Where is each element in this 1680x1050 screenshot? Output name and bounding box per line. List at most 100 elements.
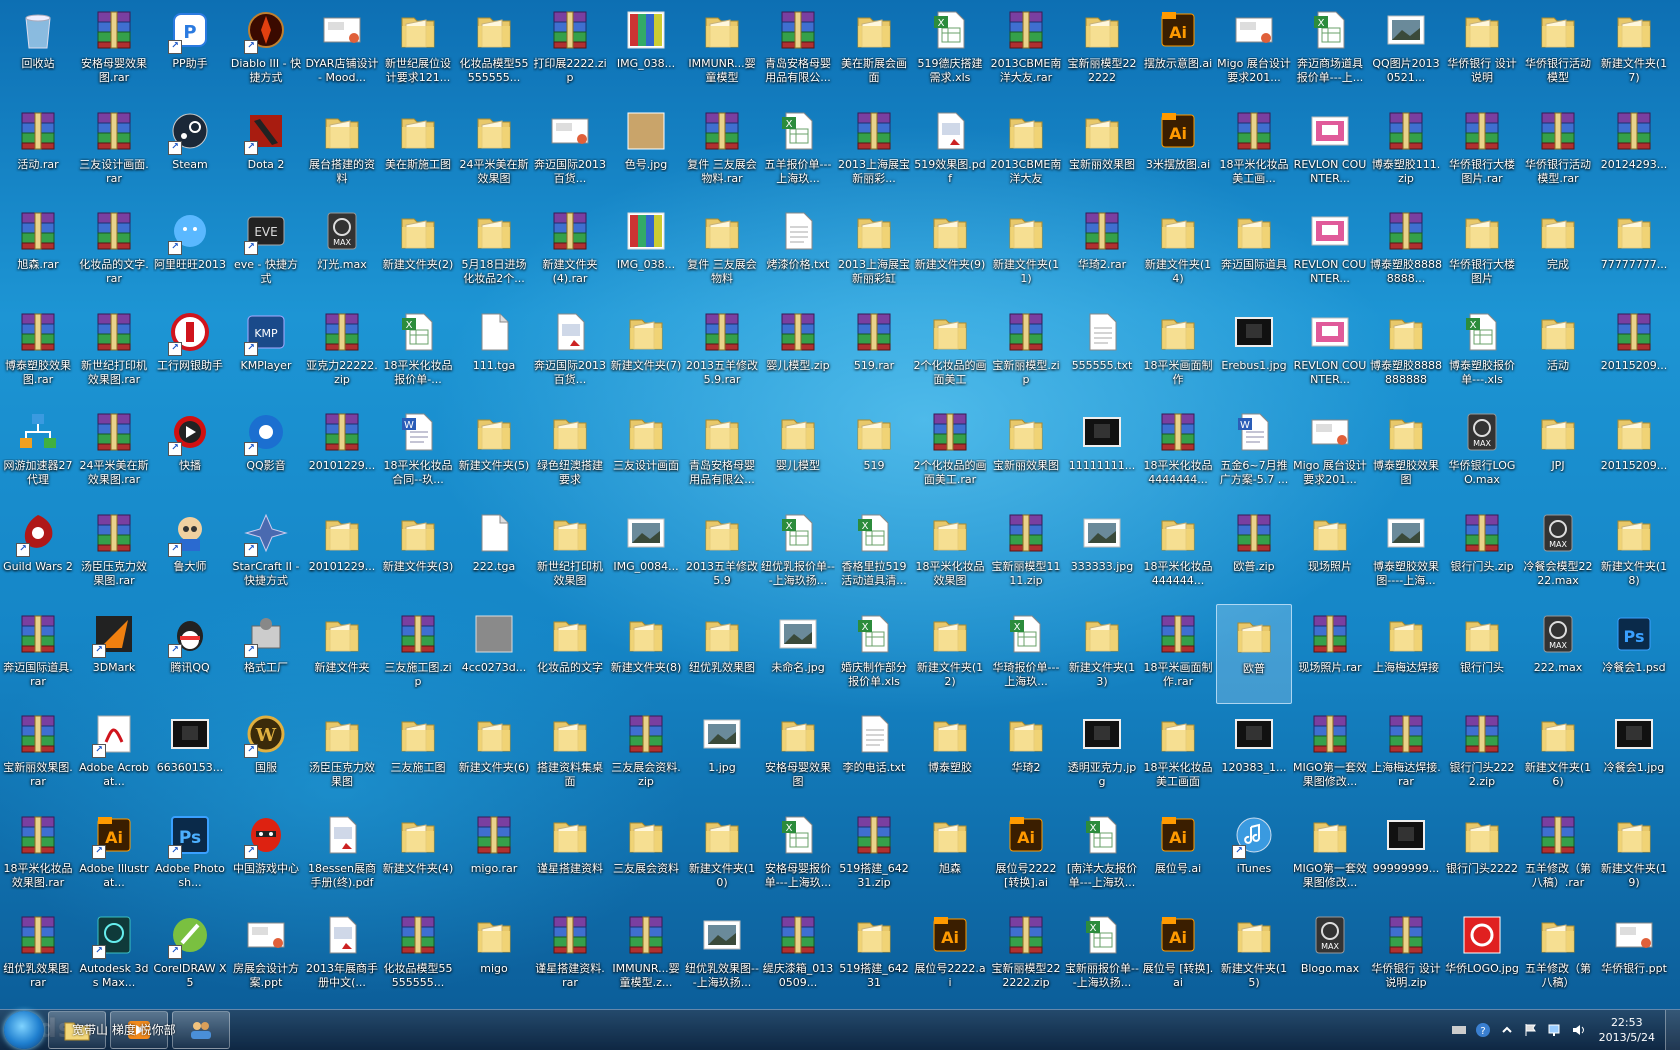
desktop-icon[interactable]: 青岛安格母婴用品有限公... <box>684 402 760 502</box>
desktop-icon[interactable]: 李的电话.txt <box>836 704 912 804</box>
help-icon[interactable]: ? <box>1475 1022 1491 1038</box>
desktop-icon[interactable]: KMP ↗ KMPlayer <box>228 302 304 402</box>
desktop-icon[interactable]: 11111111... <box>1064 402 1140 502</box>
desktop-icon[interactable]: 奔迈国际2013百货... <box>532 101 608 201</box>
desktop-icon[interactable]: 展台搭建的资料 <box>304 101 380 201</box>
desktop-icon[interactable]: 烤漆价格.txt <box>760 201 836 301</box>
desktop-icon[interactable]: 2013年展商手册中文(... <box>304 905 380 1005</box>
desktop-icon[interactable]: MAX 华侨银行LOGO.max <box>1444 402 1520 502</box>
desktop-icon[interactable]: 现场照片.rar <box>1292 604 1368 704</box>
desktop-icon[interactable]: ↗ StarCraft II - 快捷方式 <box>228 503 304 603</box>
desktop-icon[interactable]: IMMUNR...婴童模型 <box>684 0 760 100</box>
desktop-icon[interactable]: 18平米化妆品444444... <box>1140 503 1216 603</box>
desktop-icon[interactable]: 欧普 <box>1216 603 1292 704</box>
network-icon[interactable] <box>1547 1022 1563 1038</box>
desktop-icon[interactable]: 555555.txt <box>1064 302 1140 402</box>
desktop-icon[interactable]: 2013上海展宝新丽彩缸 <box>836 201 912 301</box>
desktop-icon[interactable]: 333333.jpg <box>1064 503 1140 603</box>
desktop-icon[interactable]: 五羊修改（第八稿）.rar <box>1520 805 1596 905</box>
desktop-icon[interactable]: 透明亚克力.jpg <box>1064 704 1140 804</box>
clock[interactable]: 22:53 2013/5/24 <box>1599 1015 1655 1045</box>
desktop-icon[interactable]: migo.rar <box>456 805 532 905</box>
desktop-icon[interactable]: Migo 展台设计要求201... <box>1292 402 1368 502</box>
desktop-icon[interactable]: 三友设计画面.rar <box>76 101 152 201</box>
desktop-icon[interactable]: 现场照片 <box>1292 503 1368 603</box>
desktop-icon[interactable]: 新建文件夹(11) <box>988 201 1064 301</box>
desktop-icon[interactable]: Ps 冷餐会1.psd <box>1596 604 1672 704</box>
desktop-icon[interactable]: 24平米美在斯效果图.rar <box>76 402 152 502</box>
desktop-icon[interactable]: 20124293... <box>1596 101 1672 201</box>
desktop-icon[interactable]: 18平米化妆品效果图.rar <box>0 805 76 905</box>
desktop-icon[interactable]: X 宝新丽报价单---上海玖扬... <box>1064 905 1140 1005</box>
desktop-icon[interactable]: 奔迈国际道具 <box>1216 201 1292 301</box>
desktop-icon[interactable]: 三友设计画面 <box>608 402 684 502</box>
desktop-icon[interactable]: 谨星搭建资料.rar <box>532 905 608 1005</box>
desktop-icon[interactable]: 奔迈国际道具.rar <box>0 604 76 704</box>
desktop-icon[interactable]: 汤臣压克力效果图 <box>304 704 380 804</box>
desktop-icon[interactable]: 新建文件夹(17) <box>1596 0 1672 100</box>
start-button[interactable] <box>4 1011 44 1049</box>
desktop-icon[interactable]: ↗ 阿里旺旺2013 <box>152 201 228 301</box>
desktop-icon[interactable]: 新建文件夹(4) <box>380 805 456 905</box>
desktop-icon[interactable]: 化妆品模型55555555... <box>380 905 456 1005</box>
desktop-icon[interactable]: 博泰塑胶88888888... <box>1368 201 1444 301</box>
desktop-icon[interactable]: 宝新丽效果图 <box>1064 101 1140 201</box>
desktop-icon[interactable]: 青岛安格母婴用品有限公... <box>760 0 836 100</box>
desktop-icon[interactable]: 新建文件夹(5) <box>456 402 532 502</box>
desktop-icon[interactable]: ↗ QQ影音 <box>228 402 304 502</box>
desktop-icon[interactable]: 5月18日进场化妆品2个... <box>456 201 532 301</box>
desktop-icon[interactable]: 华侨银行大楼图片 <box>1444 201 1520 301</box>
desktop-icon[interactable]: Migo 展台设计要求201... <box>1216 0 1292 100</box>
desktop-icon[interactable]: EVE ↗ eve - 快捷方式 <box>228 201 304 301</box>
desktop-icon[interactable]: MAX 灯光.max <box>304 201 380 301</box>
desktop-icon[interactable]: 华侨银行大楼图片.rar <box>1444 101 1520 201</box>
desktop-icon[interactable]: 纽优乳效果图---上海玖扬... <box>684 905 760 1005</box>
desktop-icon[interactable]: 三友施工图.zip <box>380 604 456 704</box>
desktop-icon[interactable]: 打印展2222.zip <box>532 0 608 100</box>
desktop-icon[interactable]: 冷餐会1.jpg <box>1596 704 1672 804</box>
desktop-icon[interactable]: Erebus1.jpg <box>1216 302 1292 402</box>
desktop-icon[interactable]: Ai ↗ Adobe Illustrat... <box>76 805 152 905</box>
desktop-icon[interactable]: 奔迈国际2013百货... <box>532 302 608 402</box>
desktop-icon[interactable]: ↗ 腾讯QQ <box>152 604 228 704</box>
desktop-icon[interactable]: ↗ 快播 <box>152 402 228 502</box>
desktop-icon[interactable]: 77777777... <box>1596 201 1672 301</box>
desktop-icon[interactable]: 纽优乳效果图.rar <box>0 905 76 1005</box>
desktop-icon[interactable]: REVLON COUNTER... <box>1292 201 1368 301</box>
desktop-icon[interactable]: 1.jpg <box>684 704 760 804</box>
desktop-icon[interactable]: 18平米化妆品美工画... <box>1216 101 1292 201</box>
desktop-icon[interactable]: ↗ Guild Wars 2 <box>0 503 76 603</box>
desktop-icon[interactable]: 18essen展商手册(终).pdf <box>304 805 380 905</box>
desktop-icon[interactable]: 66360153... <box>152 704 228 804</box>
desktop-icon[interactable]: X 安格母婴报价单---上海玖... <box>760 805 836 905</box>
users-taskbar-button[interactable] <box>172 1011 230 1049</box>
desktop-icon[interactable]: X 香格里拉519活动道具清... <box>836 503 912 603</box>
desktop-icon[interactable]: 2013CBME南洋大友.rar <box>988 0 1064 100</box>
desktop-icon[interactable]: 博泰塑胶111.zip <box>1368 101 1444 201</box>
desktop-icon[interactable]: W 18平米化妆品合同--玖... <box>380 402 456 502</box>
desktop-icon[interactable]: 博泰塑胶效果图.rar <box>0 302 76 402</box>
desktop-icon[interactable]: ↗ Autodesk 3ds Max... <box>76 905 152 1005</box>
desktop-icon[interactable]: 旭森.rar <box>0 201 76 301</box>
desktop-icon[interactable]: 复件 三友展会物料 <box>684 201 760 301</box>
desktop-icon[interactable]: 宝新丽模型222222 <box>1064 0 1140 100</box>
desktop-icon[interactable]: 20101229... <box>304 402 380 502</box>
desktop-icon[interactable]: 18平米化妆品4444444... <box>1140 402 1216 502</box>
desktop-icon[interactable]: 复件 三友展会物料.rar <box>684 101 760 201</box>
keyboard-icon[interactable] <box>1451 1022 1467 1038</box>
desktop-icon[interactable]: 新建文件夹(9) <box>912 201 988 301</box>
desktop-icon[interactable]: 519.rar <box>836 302 912 402</box>
desktop-icon[interactable]: X 519德庆搭建需求.xls <box>912 0 988 100</box>
desktop-icon[interactable]: ↗ Diablo III - 快捷方式 <box>228 0 304 100</box>
desktop-icon[interactable]: 博泰塑胶效果图 <box>1368 402 1444 502</box>
desktop-icon[interactable]: X [南洋大友报价单---上海玖... <box>1064 805 1140 905</box>
desktop-icon[interactable]: migo <box>456 905 532 1005</box>
desktop-icon[interactable]: 新建文件夹(15) <box>1216 905 1292 1005</box>
desktop-icon[interactable]: 新建文件夹(3) <box>380 503 456 603</box>
desktop-icon[interactable]: ↗ 中国游戏中心 <box>228 805 304 905</box>
desktop-icon[interactable]: P ↗ PP助手 <box>152 0 228 100</box>
desktop-icon[interactable]: Ai 展位号.ai <box>1140 805 1216 905</box>
desktop-icon[interactable]: Ai 展位号 [转换].ai <box>1140 905 1216 1005</box>
desktop-icon[interactable]: 519 <box>836 402 912 502</box>
desktop-icon[interactable]: 旭森 <box>912 805 988 905</box>
